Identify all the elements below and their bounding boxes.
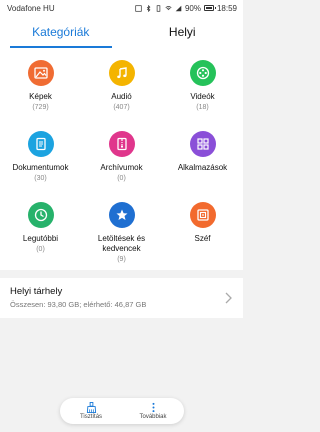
categories-panel: Képek (729) Audió (407) Videók (18) Doku… — [0, 48, 243, 270]
status-bar: Vodafone HU 90% 18:59 — [0, 0, 243, 16]
category-archives[interactable]: Archívumok (0) — [81, 131, 162, 194]
category-images[interactable]: Képek (729) — [0, 60, 81, 123]
category-documents[interactable]: Dokumentumok (30) — [0, 131, 81, 194]
carrier-name: Vodafone HU — [7, 3, 55, 13]
bottom-action-bar: Tisztítás Továbbiak — [60, 398, 184, 424]
signal-icon — [175, 5, 182, 11]
wifi-icon — [165, 5, 172, 10]
category-recent[interactable]: Legutóbbi (0) — [0, 202, 81, 265]
tab-local[interactable]: Helyi — [122, 16, 244, 48]
category-downloads-favorites[interactable]: Letöltések és kedvencek (9) — [81, 202, 162, 265]
category-label: Audió — [111, 92, 132, 101]
category-label: Legutóbbi — [22, 234, 59, 243]
category-label: Archívumok — [100, 163, 143, 172]
more-vertical-icon — [151, 402, 155, 413]
safe-icon — [189, 202, 216, 228]
document-icon — [27, 131, 54, 157]
archive-icon — [108, 131, 135, 157]
notification-icon — [135, 4, 142, 12]
music-icon — [108, 60, 135, 86]
storage-detail: Összesen: 93,80 GB; elérhető: 46,87 GB — [10, 300, 147, 309]
battery-icon — [203, 5, 216, 11]
category-apps[interactable]: Alkalmazások — [162, 131, 243, 194]
category-count: (9) — [117, 256, 126, 263]
category-count: (0) — [36, 246, 45, 253]
category-count: (0) — [117, 175, 126, 182]
category-label: Képek — [29, 92, 52, 101]
clean-button[interactable]: Tisztítás — [60, 398, 122, 424]
clock-time: 18:59 — [216, 3, 237, 13]
tab-indicator — [10, 46, 112, 48]
category-count: (18) — [196, 104, 209, 111]
video-icon — [189, 60, 216, 86]
local-storage-row[interactable]: Helyi tárhely Összesen: 93,80 GB; elérhe… — [0, 278, 243, 318]
clock-icon — [27, 202, 54, 228]
category-safe[interactable]: Széf — [162, 202, 243, 265]
star-icon — [108, 202, 135, 228]
clean-label: Tisztítás — [79, 414, 103, 420]
category-videos[interactable]: Videók (18) — [162, 60, 243, 123]
category-label: Dokumentumok — [12, 163, 69, 172]
battery-percent: 90% — [184, 3, 201, 13]
category-label: Videók — [190, 92, 215, 101]
category-label: Széf — [194, 234, 211, 243]
category-count: (407) — [113, 104, 130, 111]
vibrate-icon — [156, 4, 161, 12]
category-audio[interactable]: Audió (407) — [81, 60, 162, 123]
category-count: (729) — [32, 104, 49, 111]
more-button[interactable]: Továbbiak — [122, 398, 184, 424]
categories-grid: Képek (729) Audió (407) Videók (18) Doku… — [0, 60, 243, 265]
image-icon — [27, 60, 54, 86]
tab-categories[interactable]: Kategóriák — [0, 16, 122, 48]
category-label: Letöltések és kedvencek — [97, 234, 146, 253]
tab-bar: Kategóriák Helyi — [0, 16, 243, 48]
broom-icon — [86, 402, 96, 413]
chevron-right-icon — [225, 292, 232, 304]
category-count: (30) — [34, 175, 47, 182]
storage-title: Helyi tárhely — [10, 286, 63, 297]
apps-icon — [189, 131, 216, 157]
more-label: Továbbiak — [139, 414, 167, 420]
status-right: 90% 18:59 — [135, 4, 237, 13]
bluetooth-icon — [146, 4, 151, 12]
category-label: Alkalmazások — [177, 163, 228, 172]
status-icons — [135, 4, 182, 12]
